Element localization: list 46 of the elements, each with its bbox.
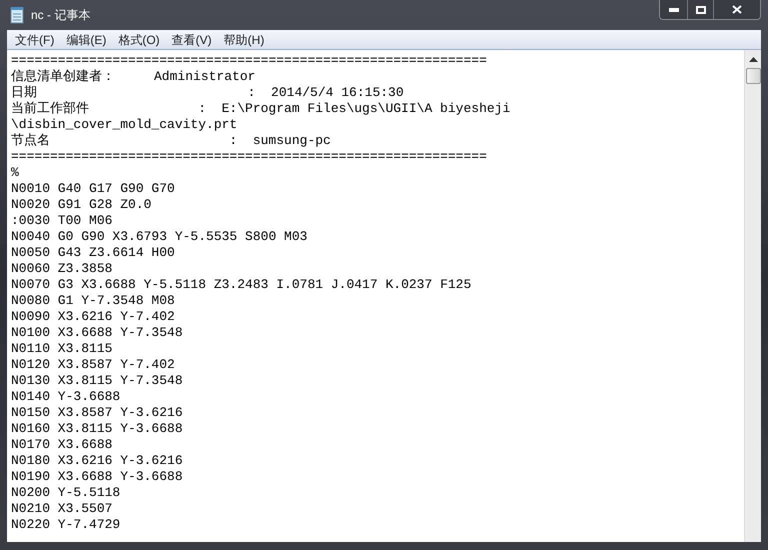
menu-item[interactable]: 查看(V) <box>166 30 218 48</box>
scrollbar-thumb[interactable] <box>746 68 760 84</box>
text-line: N0190 X3.6688 Y-3.6688 <box>11 469 183 485</box>
text-line: N0010 G40 G17 G90 G70 <box>11 181 175 197</box>
text-line: N0050 G43 Z3.6614 H00 <box>11 245 175 261</box>
text-line: 信息清单创建者： Administrator <box>11 69 256 85</box>
vertical-scrollbar[interactable] <box>744 50 761 542</box>
text-line: N0210 X3.5507 <box>11 501 112 517</box>
menu-item[interactable]: 编辑(E) <box>60 30 112 48</box>
notepad-icon <box>9 6 25 24</box>
close-icon <box>732 5 742 14</box>
text-line: N0220 Y-7.4729 <box>11 517 120 533</box>
text-line: 节点名 : sumsung-pc <box>11 133 331 149</box>
text-line: \disbin_cover_mold_cavity.prt <box>11 117 238 133</box>
text-line: :0030 T00 M06 <box>11 213 112 229</box>
window-title: nc - 记事本 <box>31 7 90 24</box>
text-line: % <box>11 165 19 181</box>
text-line: N0150 X3.8587 Y-3.6216 <box>11 405 183 421</box>
minimize-button[interactable] <box>660 0 688 19</box>
text-line: ============================================================= <box>11 149 487 165</box>
text-line: N0060 Z3.3858 <box>11 261 112 277</box>
text-line: N0200 Y-5.5118 <box>11 485 120 501</box>
menu-item[interactable]: 格式(O) <box>112 30 166 48</box>
text-line: N0100 X3.6688 Y-7.3548 <box>11 325 183 341</box>
text-line: N0170 X3.6688 <box>11 437 112 453</box>
text-line: N0160 X3.8115 Y-3.6688 <box>11 421 183 437</box>
text-line: N0040 G0 G90 X3.6793 Y-5.5535 S800 M03 <box>11 229 308 245</box>
text-line: N0070 G3 X3.6688 Y-5.5118 Z3.2483 I.0781 J.0417 K.0237 F125 <box>11 277 472 293</box>
scroll-up-icon[interactable] <box>748 57 758 62</box>
text-line: N0020 G91 G28 Z0.0 <box>11 197 152 213</box>
text-line: 当前工作部件 : E:\Program Files\ugs\UGII\A biyesheji <box>11 101 510 117</box>
menu-item[interactable]: 帮助(H) <box>218 30 270 48</box>
text-line: N0130 X3.8115 Y-7.3548 <box>11 373 183 389</box>
text-line: N0140 Y-3.6688 <box>11 389 120 405</box>
close-button[interactable] <box>714 0 760 19</box>
text-line: ============================================================= <box>11 53 487 69</box>
text-line: N0110 X3.8115 <box>11 341 112 357</box>
text-line: N0120 X3.8587 Y-7.402 <box>11 357 175 373</box>
maximize-button[interactable] <box>688 0 714 19</box>
text-line: N0180 X3.6216 Y-3.6216 <box>11 453 183 469</box>
text-line: 日期 : 2014/5/4 16:15:30 <box>11 85 404 101</box>
minimize-icon <box>668 8 678 12</box>
text-line: N0080 G1 Y-7.3548 M08 <box>11 293 175 309</box>
text-line: N0090 X3.6216 Y-7.402 <box>11 309 175 325</box>
maximize-icon <box>696 6 706 14</box>
menu-item[interactable]: 文件(F) <box>9 30 60 48</box>
